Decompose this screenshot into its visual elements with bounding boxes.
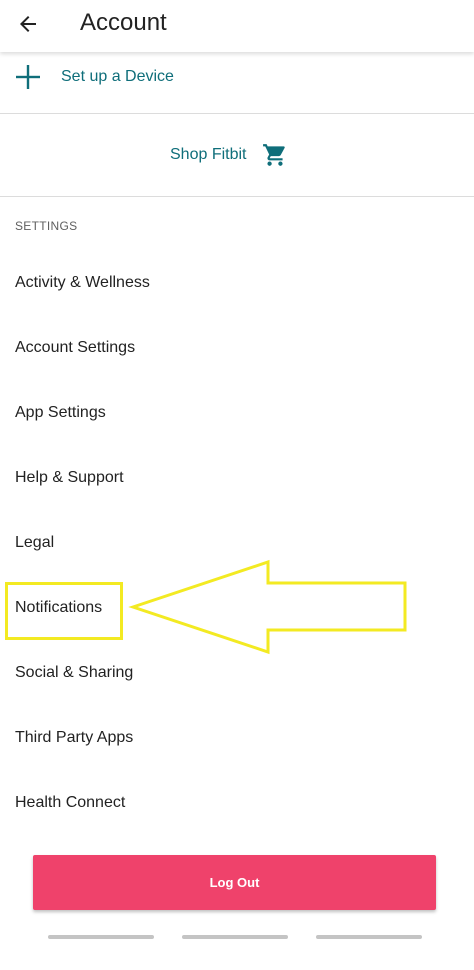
menu-item-label: Activity & Wellness bbox=[15, 274, 150, 291]
page-title: Account bbox=[80, 9, 167, 36]
menu-item-social-sharing[interactable]: Social & Sharing bbox=[0, 648, 474, 700]
back-button[interactable] bbox=[6, 2, 50, 46]
logout-button[interactable]: Log Out bbox=[33, 855, 436, 910]
nav-handle bbox=[48, 935, 154, 939]
shop-fitbit-button[interactable]: Shop Fitbit bbox=[0, 114, 474, 196]
settings-section-header: SETTINGS bbox=[15, 219, 78, 233]
plus-icon bbox=[16, 65, 40, 89]
menu-item-activity-wellness[interactable]: Activity & Wellness bbox=[0, 258, 474, 310]
shopping-cart-icon bbox=[263, 144, 285, 166]
menu-item-account-settings[interactable]: Account Settings bbox=[0, 323, 474, 375]
menu-item-third-party-apps[interactable]: Third Party Apps bbox=[0, 713, 474, 765]
app-bar: Account bbox=[0, 0, 474, 52]
divider bbox=[0, 196, 474, 197]
menu-item-help-support[interactable]: Help & Support bbox=[0, 453, 474, 505]
menu-item-label: Third Party Apps bbox=[15, 729, 134, 746]
shop-fitbit-label: Shop Fitbit bbox=[170, 146, 247, 163]
menu-item-label: Legal bbox=[15, 534, 55, 551]
setup-device-button[interactable]: Set up a Device bbox=[0, 52, 474, 112]
menu-item-label: Notifications bbox=[15, 599, 103, 616]
menu-item-label: App Settings bbox=[15, 404, 106, 421]
menu-item-label: Health Connect bbox=[15, 794, 126, 811]
arrow-left-icon bbox=[20, 16, 36, 32]
menu-item-app-settings[interactable]: App Settings bbox=[0, 388, 474, 440]
nav-handle bbox=[316, 935, 422, 939]
setup-device-label: Set up a Device bbox=[61, 68, 174, 85]
menu-item-health-connect[interactable]: Health Connect bbox=[0, 778, 474, 830]
nav-handle bbox=[182, 935, 288, 939]
menu-item-legal[interactable]: Legal bbox=[0, 518, 474, 570]
menu-item-notifications[interactable]: Notifications bbox=[0, 583, 474, 635]
menu-item-label: Account Settings bbox=[15, 339, 136, 356]
menu-item-label: Social & Sharing bbox=[15, 664, 134, 681]
menu-item-label: Help & Support bbox=[15, 469, 124, 486]
